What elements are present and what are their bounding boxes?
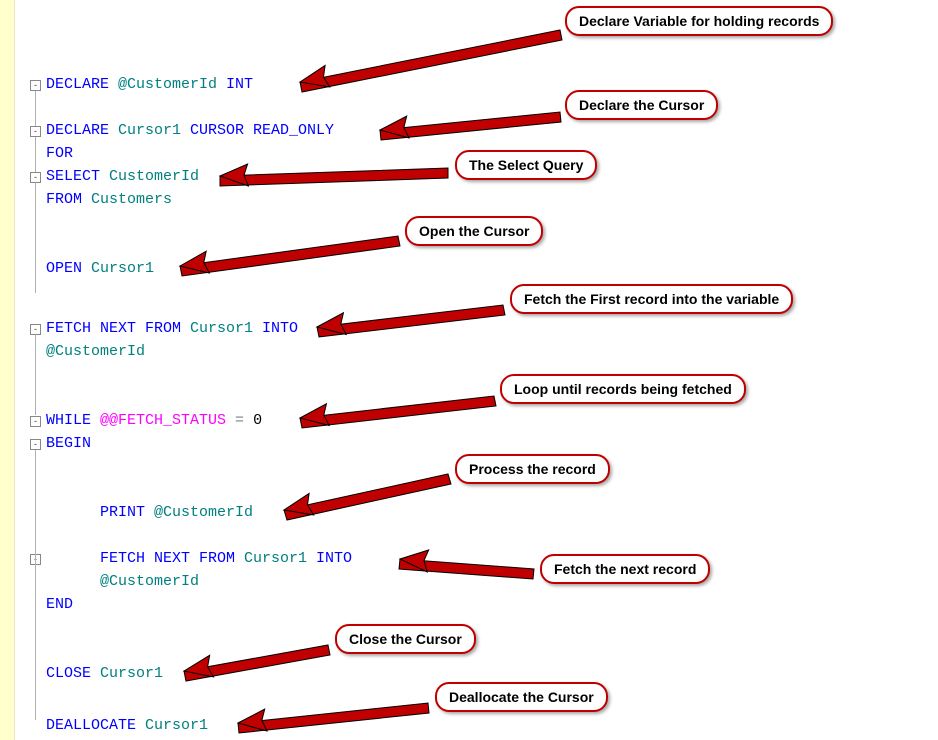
code-line-8: @CustomerId — [46, 343, 145, 360]
callout-declare-var: Declare Variable for holding records — [565, 6, 833, 36]
code-line-16: DEALLOCATE Cursor1 — [46, 717, 208, 734]
code-line-2: DECLARE Cursor1 CURSOR READ_ONLY — [46, 122, 334, 139]
tree-line — [35, 450, 36, 720]
callout-loop-until: Loop until records being fetched — [500, 374, 746, 404]
fold-marker[interactable]: - — [30, 324, 41, 335]
code-line-14: END — [46, 596, 73, 613]
gutter-margin — [0, 0, 15, 740]
callout-deallocate: Deallocate the Cursor — [435, 682, 608, 712]
code-line-5: FROM Customers — [46, 191, 172, 208]
code-line-3: FOR — [46, 145, 73, 162]
fold-marker[interactable]: - — [30, 416, 41, 427]
code-line-1: DECLARE @CustomerId INT — [46, 76, 253, 93]
code-line-6: OPEN Cursor1 — [46, 260, 154, 277]
code-line-11: PRINT @CustomerId — [100, 504, 253, 521]
code-line-7: FETCH NEXT FROM Cursor1 INTO — [46, 320, 298, 337]
tree-line — [35, 335, 36, 415]
fold-marker[interactable]: - — [30, 439, 41, 450]
code-line-13: @CustomerId — [100, 573, 199, 590]
fold-marker[interactable]: - — [30, 172, 41, 183]
fold-marker[interactable]: - — [30, 80, 41, 91]
code-line-9: WHILE @@FETCH_STATUS = 0 — [46, 412, 262, 429]
diagram-canvas: - - - - - - - DECLARE @CustomerId INT DE… — [0, 0, 938, 740]
tree-line — [35, 91, 36, 126]
code-line-10: BEGIN — [46, 435, 91, 452]
callout-select-query: The Select Query — [455, 150, 597, 180]
callout-declare-cursor: Declare the Cursor — [565, 90, 718, 120]
code-line-4: SELECT CustomerId — [46, 168, 199, 185]
tree-line — [35, 183, 36, 293]
code-line-15: CLOSE Cursor1 — [46, 665, 163, 682]
tree-line — [35, 137, 36, 172]
callout-fetch-first: Fetch the First record into the variable — [510, 284, 793, 314]
fold-marker[interactable]: - — [30, 126, 41, 137]
callout-process: Process the record — [455, 454, 610, 484]
callout-open-cursor: Open the Cursor — [405, 216, 543, 246]
callout-fetch-next: Fetch the next record — [540, 554, 710, 584]
code-line-12: FETCH NEXT FROM Cursor1 INTO — [100, 550, 352, 567]
callout-close-cursor: Close the Cursor — [335, 624, 476, 654]
